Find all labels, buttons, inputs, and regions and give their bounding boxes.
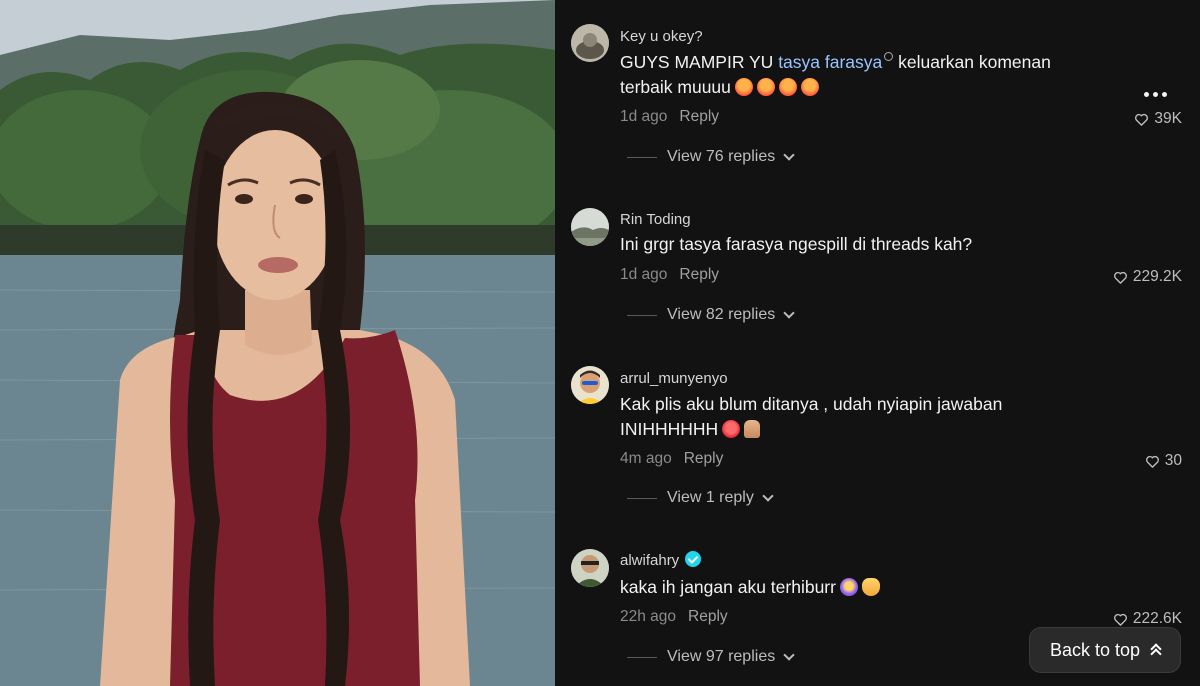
- comment-text-line: Kak plis aku blum ditanya , udah nyiapin…: [620, 394, 1003, 414]
- comment-meta: 22h ago Reply: [620, 608, 728, 626]
- view-replies-label: View 97 replies: [667, 648, 776, 665]
- comment-time: 4m ago: [620, 450, 672, 467]
- divider-line: [627, 156, 657, 158]
- view-replies-label: View 1 reply: [667, 489, 754, 506]
- back-to-top-button[interactable]: Back to top: [1029, 627, 1181, 673]
- view-replies-button[interactable]: View 97 replies: [627, 648, 795, 666]
- search-icon[interactable]: [884, 52, 894, 61]
- comment-meta: 1d ago Reply: [620, 108, 719, 126]
- view-replies-button[interactable]: View 76 replies: [627, 148, 795, 166]
- hot-face-emoji-icon: [800, 78, 819, 96]
- heart-icon: [1135, 113, 1149, 126]
- hot-face-emoji-icon: [734, 78, 753, 96]
- reply-button[interactable]: Reply: [684, 450, 724, 467]
- like-button[interactable]: 222.6K: [1113, 610, 1182, 628]
- comment-meta: 4m ago Reply: [620, 450, 723, 468]
- reply-button[interactable]: Reply: [688, 608, 728, 625]
- view-replies-label: View 82 replies: [667, 306, 776, 323]
- angry-face-emoji-icon: [722, 420, 741, 438]
- comment-username[interactable]: arrul_munyenyo: [620, 370, 728, 387]
- heart-hands-emoji-icon: [861, 578, 880, 596]
- comment-text: Ini grgr tasya farasya ngespill di threa…: [620, 234, 973, 254]
- comment-text: Kak plis aku blum ditanya , udah nyiapin…: [620, 392, 1090, 442]
- chevrons-up-icon: [1150, 643, 1160, 657]
- comment-text-part: GUYS MAMPIR YU: [620, 52, 779, 72]
- comment-username[interactable]: Rin Toding: [620, 211, 691, 228]
- comment-text-line-wrap: INIHHHHHH: [620, 417, 1090, 442]
- more-options-icon[interactable]: [1144, 92, 1170, 98]
- heart-icon: [1113, 271, 1127, 284]
- like-button[interactable]: 229.2K: [1113, 268, 1182, 286]
- avatar[interactable]: [571, 549, 609, 587]
- comment-time: 22h ago: [620, 608, 677, 625]
- like-count: 229.2K: [1132, 268, 1182, 285]
- chevron-down-icon: [762, 489, 774, 502]
- comment-text: kaka ih jangan aku terhiburr: [620, 575, 1090, 600]
- verified-badge-icon: [685, 551, 702, 567]
- video-still-image: [0, 0, 555, 686]
- comment-text-line: INIHHHHHH: [620, 419, 719, 439]
- avatar[interactable]: [571, 208, 609, 246]
- hot-face-emoji-icon: [778, 78, 797, 96]
- divider-line: [627, 497, 657, 499]
- mention-link[interactable]: tasya farasya: [778, 52, 882, 72]
- like-count: 30: [1164, 452, 1182, 469]
- chevron-down-icon: [783, 148, 795, 161]
- comment-username[interactable]: Key u okey?: [620, 28, 703, 45]
- like-count: 39K: [1154, 110, 1182, 127]
- comments-panel[interactable]: Key u okey? GUYS MAMPIR YU tasya farasya…: [555, 0, 1200, 686]
- heart-icon: [1145, 455, 1159, 468]
- comment-text-part: kaka ih jangan aku terhiburr: [620, 577, 836, 597]
- divider-line: [627, 656, 657, 658]
- view-replies-button[interactable]: View 1 reply: [627, 489, 774, 507]
- avatar[interactable]: [571, 24, 609, 62]
- divider-line: [627, 314, 657, 316]
- comment-time: 1d ago: [620, 266, 668, 283]
- view-replies-label: View 76 replies: [667, 148, 776, 165]
- comment-username-text: alwifahry: [620, 552, 680, 569]
- hot-face-emoji-icon: [756, 78, 775, 96]
- heart-icon: [1113, 613, 1127, 626]
- view-replies-button[interactable]: View 82 replies: [627, 306, 795, 324]
- comment-time: 1d ago: [620, 108, 668, 125]
- like-button[interactable]: 30: [1145, 452, 1182, 470]
- praying-hands-emoji-icon: [744, 420, 761, 438]
- comment-text: GUYS MAMPIR YU tasya farasya keluarkan k…: [620, 50, 1090, 100]
- reply-button[interactable]: Reply: [679, 108, 719, 125]
- reply-button[interactable]: Reply: [679, 266, 719, 283]
- like-count: 222.6K: [1132, 610, 1182, 627]
- comment-meta: 1d ago Reply: [620, 266, 719, 284]
- star-struck-emoji-icon: [839, 578, 858, 596]
- video-frame[interactable]: [0, 0, 555, 686]
- back-to-top-label: Back to top: [1049, 639, 1141, 660]
- like-button[interactable]: 39K: [1134, 110, 1182, 128]
- avatar[interactable]: [571, 366, 609, 404]
- comment-username[interactable]: alwifahry: [620, 551, 702, 569]
- chevron-down-icon: [783, 648, 795, 661]
- chevron-down-icon: [783, 306, 795, 319]
